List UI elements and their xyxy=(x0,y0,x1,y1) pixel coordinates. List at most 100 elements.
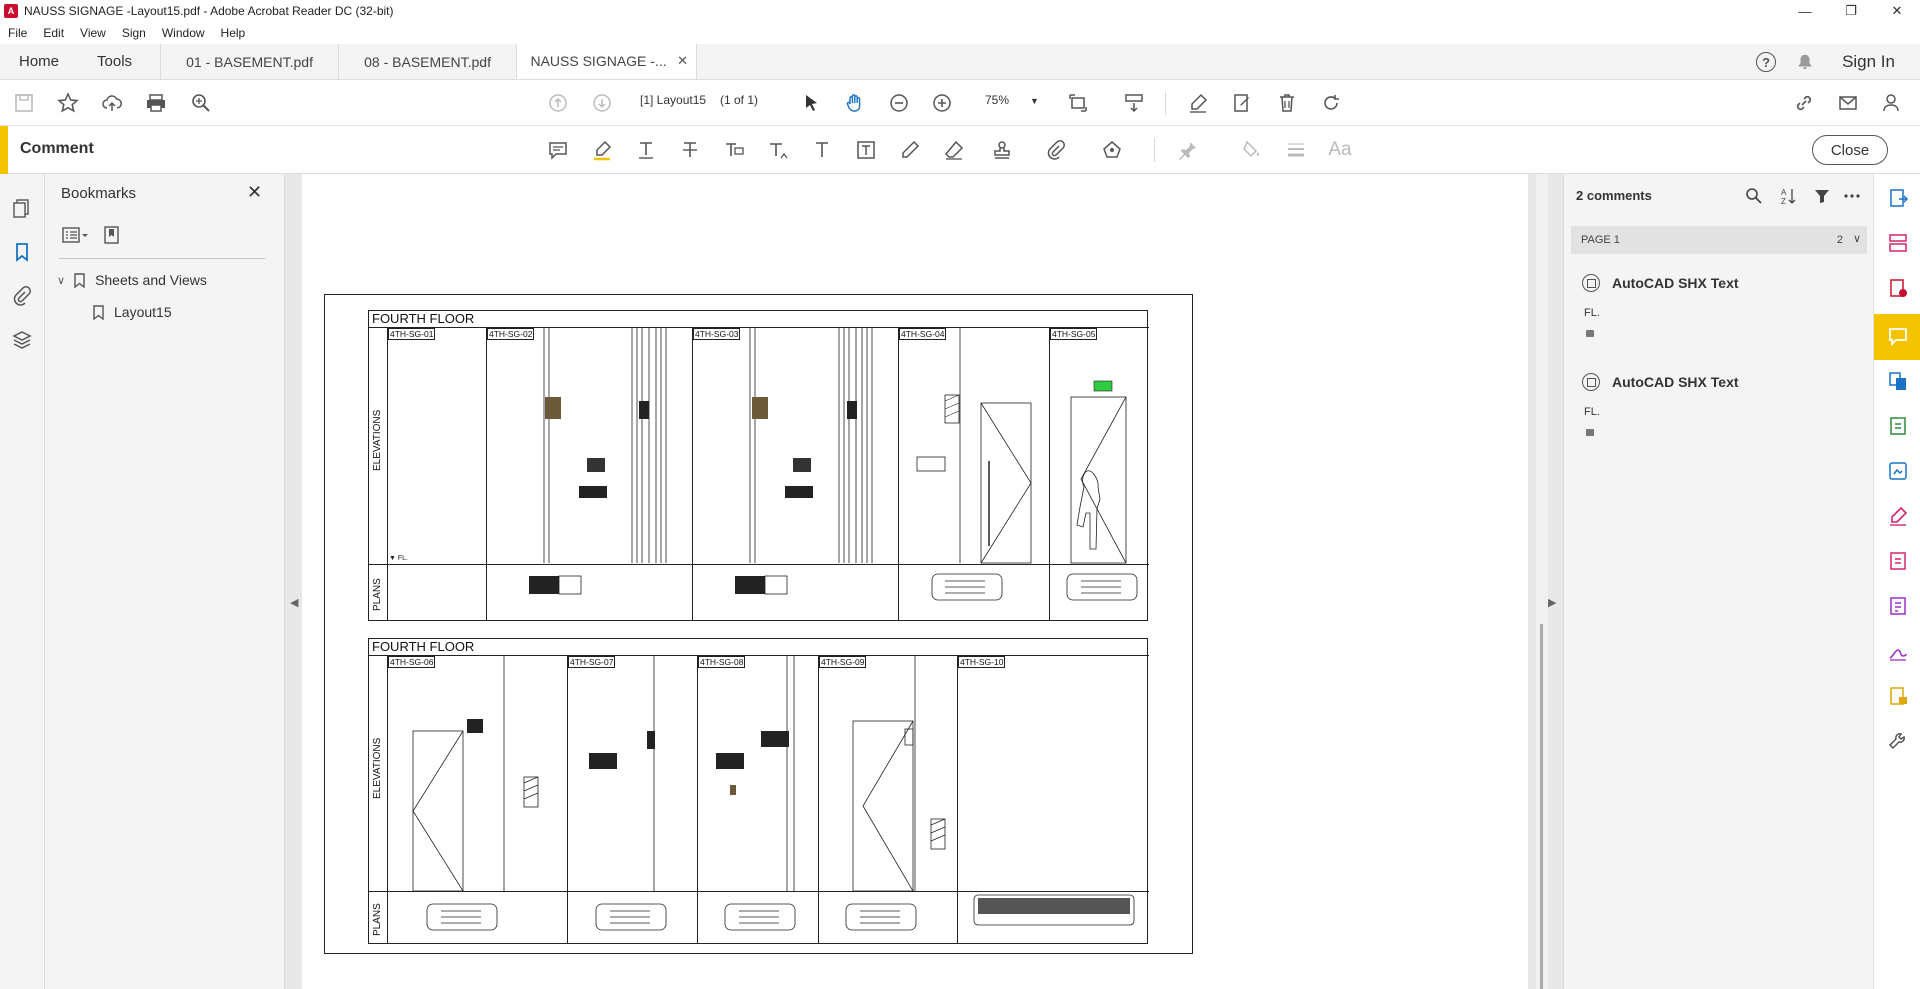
fill-color-icon[interactable] xyxy=(1239,137,1265,163)
organize-pages-icon[interactable] xyxy=(1886,231,1910,255)
next-page-icon[interactable] xyxy=(589,90,615,116)
more-options-icon[interactable] xyxy=(1842,186,1862,206)
menu-edit[interactable]: Edit xyxy=(35,26,72,40)
sign-in-button[interactable]: Sign In xyxy=(1842,52,1895,72)
menu-file[interactable]: File xyxy=(0,26,35,40)
rotate-icon[interactable] xyxy=(1318,90,1344,116)
zoom-level-field[interactable]: 75% xyxy=(985,93,1009,107)
bookmarks-panel-icon[interactable] xyxy=(10,240,34,264)
filter-comments-icon[interactable] xyxy=(1812,186,1832,206)
previous-page-icon[interactable] xyxy=(545,90,571,116)
vertical-scrollbar[interactable] xyxy=(1536,174,1548,989)
cloud-upload-icon[interactable] xyxy=(99,90,125,116)
scan-ocr-icon[interactable] xyxy=(1886,459,1910,483)
doc-tab-01-basement[interactable]: 01 - BASEMENT.pdf xyxy=(160,44,338,79)
delete-icon[interactable] xyxy=(1274,90,1300,116)
menu-view[interactable]: View xyxy=(72,26,114,40)
right-tools-rail xyxy=(1873,174,1920,989)
menu-bar: File Edit View Sign Window Help xyxy=(0,22,1920,44)
notification-bell-icon[interactable] xyxy=(1796,53,1814,71)
attachments-icon[interactable] xyxy=(10,284,34,308)
find-bookmark-icon[interactable] xyxy=(101,224,123,246)
search-comments-icon[interactable] xyxy=(1744,186,1764,206)
page-group-header[interactable]: PAGE 1 2 ∨ xyxy=(1571,226,1867,254)
page-thumbnails-icon[interactable] xyxy=(10,196,34,220)
attach-file-icon[interactable] xyxy=(1043,137,1069,163)
page-number-field[interactable]: [1] Layout15 xyxy=(640,93,706,107)
tab-bar: Home Tools 01 - BASEMENT.pdf 08 - BASEME… xyxy=(0,44,1920,80)
collapse-right-panel-icon[interactable]: ▶ xyxy=(1548,596,1556,609)
replace-text-icon[interactable] xyxy=(721,137,747,163)
comment-item[interactable]: AutoCAD SHX Text FL. xyxy=(1582,274,1852,354)
chevron-down-icon[interactable]: ∨ xyxy=(57,274,65,287)
stamp-icon[interactable] xyxy=(989,137,1015,163)
edit-pdf-icon[interactable] xyxy=(1229,90,1255,116)
eraser-icon[interactable] xyxy=(941,137,967,163)
prepare-form-icon[interactable] xyxy=(1886,594,1910,618)
underline-text-icon[interactable] xyxy=(633,137,659,163)
user-share-icon[interactable] xyxy=(1879,90,1905,116)
collapse-left-panel-icon[interactable]: ◀ xyxy=(290,596,298,609)
share-link-icon[interactable] xyxy=(1791,90,1817,116)
shapes-icon[interactable] xyxy=(1099,137,1125,163)
bookmark-sheets-and-views[interactable]: ∨ Sheets and Views xyxy=(57,272,207,288)
zoom-out-icon[interactable] xyxy=(886,90,912,116)
email-icon[interactable] xyxy=(1835,90,1861,116)
export-pdf-icon[interactable] xyxy=(1886,186,1910,210)
more-tools-icon[interactable] xyxy=(1886,729,1910,753)
scroll-mode-icon[interactable] xyxy=(1121,90,1147,116)
combine-files-icon[interactable] xyxy=(1886,369,1910,393)
drawing-sheet: FOURTH FLOOR ELEVATIONS PLANS ▼ FL. 4TH-… xyxy=(324,294,1193,954)
zoom-in-icon[interactable] xyxy=(929,90,955,116)
zoom-dropdown-icon[interactable]: ▼ xyxy=(1030,96,1039,106)
fill-sign-icon[interactable] xyxy=(1185,90,1211,116)
protect-file-icon[interactable] xyxy=(1886,684,1910,708)
layers-icon[interactable] xyxy=(10,328,34,352)
highlight-icon[interactable] xyxy=(589,137,615,163)
chevron-down-icon[interactable]: ∨ xyxy=(1853,232,1861,245)
tab-tools[interactable]: Tools xyxy=(78,44,160,79)
save-icon[interactable] xyxy=(11,90,37,116)
sticky-note-icon[interactable] xyxy=(545,137,571,163)
search-zoom-icon[interactable] xyxy=(188,90,214,116)
print-icon[interactable] xyxy=(143,90,169,116)
sort-comments-icon[interactable]: AZ xyxy=(1778,186,1798,206)
hand-tool-icon[interactable] xyxy=(842,90,868,116)
fill-sign-tool-icon[interactable] xyxy=(1886,504,1910,528)
tab-close-icon[interactable]: ✕ xyxy=(677,53,688,69)
text-properties-icon[interactable]: Aa xyxy=(1327,137,1353,163)
strikethrough-icon[interactable] xyxy=(677,137,703,163)
pencil-draw-icon[interactable] xyxy=(897,137,923,163)
close-comment-button[interactable]: Close xyxy=(1812,135,1888,165)
comment-tool-icon[interactable] xyxy=(1886,324,1910,348)
star-icon[interactable] xyxy=(55,90,81,116)
bookmark-layout15[interactable]: Layout15 xyxy=(93,304,172,320)
select-cursor-icon[interactable] xyxy=(798,90,824,116)
doc-tab-nauss-signage[interactable]: NAUSS SIGNAGE -... ✕ xyxy=(516,44,697,79)
close-bookmarks-icon[interactable]: ✕ xyxy=(247,182,262,203)
text-box-icon[interactable] xyxy=(853,137,879,163)
insert-text-icon[interactable] xyxy=(765,137,791,163)
create-pdf-icon[interactable] xyxy=(1886,276,1910,300)
line-weight-icon[interactable] xyxy=(1283,137,1309,163)
menu-window[interactable]: Window xyxy=(154,26,213,40)
bookmark-options-icon[interactable] xyxy=(61,225,89,245)
help-icon[interactable]: ? xyxy=(1756,52,1777,72)
minimize-button[interactable]: — xyxy=(1782,0,1828,22)
fit-page-icon[interactable] xyxy=(1065,90,1091,116)
add-text-icon[interactable] xyxy=(809,137,835,163)
tab-home[interactable]: Home xyxy=(0,44,78,79)
compress-pdf-icon[interactable] xyxy=(1886,414,1910,438)
comment-item[interactable]: AutoCAD SHX Text FL. xyxy=(1582,373,1852,453)
restore-button[interactable]: ❐ xyxy=(1828,0,1874,22)
request-signatures-icon[interactable] xyxy=(1886,639,1910,663)
bookmark-label: Layout15 xyxy=(114,304,172,320)
edit-pdf-tool-icon[interactable] xyxy=(1886,549,1910,573)
menu-help[interactable]: Help xyxy=(213,26,254,40)
window-close-button[interactable]: ✕ xyxy=(1874,0,1920,22)
menu-sign[interactable]: Sign xyxy=(114,26,154,40)
scrollbar-thumb[interactable] xyxy=(1540,624,1543,989)
elevation-drawings-bottom xyxy=(412,655,1135,931)
pin-icon[interactable] xyxy=(1175,137,1201,163)
doc-tab-08-basement[interactable]: 08 - BASEMENT.pdf xyxy=(338,44,516,79)
